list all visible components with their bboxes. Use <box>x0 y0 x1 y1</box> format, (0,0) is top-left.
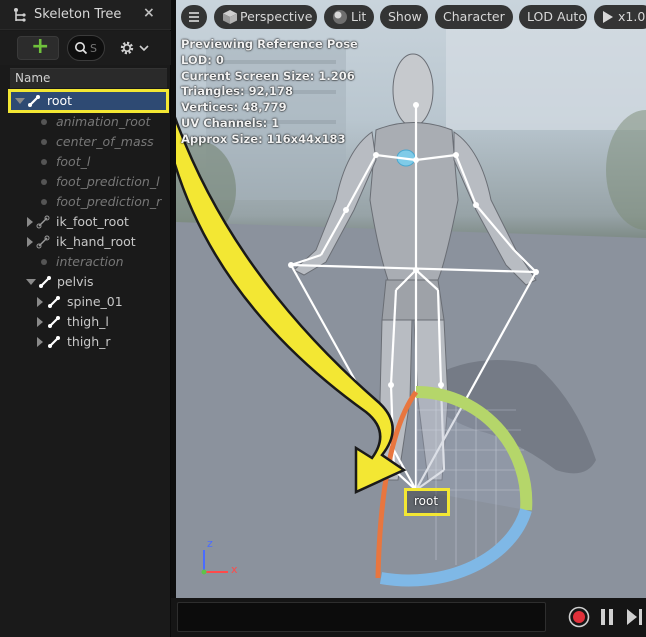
plus-icon: + <box>31 34 50 59</box>
tree-row-label: thigh_r <box>67 334 111 349</box>
expand-arrow-icon[interactable] <box>27 237 33 247</box>
axis-z-label: z <box>207 537 213 550</box>
stats-line: UV Channels: 1 <box>181 115 280 130</box>
step-forward-icon[interactable] <box>624 606 646 628</box>
tree-toolbar: + <box>0 31 171 65</box>
tree-row-label: foot_prediction_r <box>56 194 162 209</box>
stats-line: Vertices: 48,779 <box>181 100 287 115</box>
tree-row-center-of-mass[interactable]: center_of_mass <box>10 132 167 152</box>
skeleton-tree-icon <box>14 8 26 22</box>
root-bone-label-text: root <box>414 494 439 508</box>
tree-row-label: ik_foot_root <box>56 214 129 229</box>
axis-x-label: x <box>231 563 238 576</box>
viewport-toolbar: Perspective Lit Show Character LOD Auto … <box>176 5 646 29</box>
tree-row-ik-hand-root[interactable]: ik_hand_root <box>10 232 167 252</box>
bone-icon <box>39 276 51 288</box>
tree-row-label: ik_hand_root <box>56 234 136 249</box>
cube-icon <box>223 10 237 24</box>
tree-row-label: spine_01 <box>67 294 123 309</box>
skeleton-tree-panel: Skeleton Tree × + Name roo <box>0 0 171 637</box>
stats-line: Approx Size: 116x44x183 <box>181 131 346 146</box>
bone-icon <box>48 296 60 308</box>
settings-button[interactable] <box>114 36 156 60</box>
root-bone-label[interactable]: root <box>404 488 450 516</box>
socket-dot-icon <box>41 259 47 265</box>
column-header-name[interactable]: Name <box>10 68 167 88</box>
expand-arrow-icon[interactable] <box>15 98 25 104</box>
bone-icon <box>48 316 60 328</box>
bone-outline-icon <box>36 215 50 229</box>
play-icon <box>603 11 613 23</box>
stats-line: Triangles: 92,178 <box>181 84 293 99</box>
tree-row-label: pelvis <box>57 274 94 289</box>
tree-row-thigh-r[interactable]: thigh_r <box>10 332 167 352</box>
expand-arrow-icon[interactable] <box>26 279 36 285</box>
character-label: Character <box>443 9 505 24</box>
tree-row-label: thigh_l <box>67 314 109 329</box>
character-button[interactable]: Character <box>435 5 513 29</box>
tree-row-ik-foot-root[interactable]: ik_foot_root <box>10 212 167 232</box>
expand-arrow-icon[interactable] <box>37 337 43 347</box>
show-button[interactable]: Show <box>380 5 428 29</box>
tree-row-label: foot_l <box>56 154 91 169</box>
lod-button[interactable]: LOD Auto <box>519 5 587 29</box>
stats-line: LOD: 0 <box>181 52 224 67</box>
lit-label: Lit <box>351 9 367 24</box>
show-label: Show <box>388 9 422 24</box>
tree-row-label: root <box>47 93 73 108</box>
tree-row-pelvis[interactable]: pelvis <box>10 272 167 292</box>
tree-row-foot-prediction-l[interactable]: foot_prediction_l <box>10 172 167 192</box>
preview-viewport[interactable]: z x Perspective Lit Show Character LOD A… <box>176 0 646 598</box>
search-icon <box>75 42 88 55</box>
tree-row-thigh-l[interactable]: thigh_l <box>10 312 167 332</box>
socket-dot-icon <box>41 139 47 145</box>
tree-row-foot-l[interactable]: foot_l <box>10 152 167 172</box>
tree-row-foot-prediction-r[interactable]: foot_prediction_r <box>10 192 167 212</box>
panel-title: Skeleton Tree <box>34 7 122 22</box>
pause-icon[interactable] <box>599 606 615 628</box>
tree-row-root[interactable]: root <box>8 89 169 113</box>
tree-row-spine-01[interactable]: spine_01 <box>10 292 167 312</box>
tree-row-interaction[interactable]: interaction <box>10 252 167 272</box>
tree-row-label: interaction <box>56 254 124 269</box>
socket-dot-icon <box>41 199 47 205</box>
tree-row-label: center_of_mass <box>56 134 154 149</box>
socket-dot-icon <box>41 179 47 185</box>
search-box[interactable] <box>67 35 105 61</box>
bone-icon <box>28 95 40 107</box>
search-input[interactable] <box>90 40 104 56</box>
gear-icon <box>120 41 149 55</box>
tree-row-label: foot_prediction_l <box>56 174 160 189</box>
lit-button[interactable]: Lit <box>324 5 374 29</box>
tree-row-label: animation_root <box>56 114 151 129</box>
socket-dot-icon <box>41 119 47 125</box>
play-speed-label: x1.0 <box>618 9 646 24</box>
tree-row-animation-root[interactable]: animation_root <box>10 112 167 132</box>
bone-icon <box>48 336 60 348</box>
add-bone-button[interactable]: + <box>17 34 59 60</box>
bottom-bar <box>171 598 646 637</box>
socket-dot-icon <box>41 159 47 165</box>
lod-label: LOD Auto <box>527 9 586 24</box>
hamburger-icon <box>189 12 199 22</box>
expand-arrow-icon[interactable] <box>37 297 43 307</box>
column-header-label: Name <box>15 71 51 85</box>
play-speed-button[interactable]: x1.0 <box>594 5 646 29</box>
skeleton-tree-tab[interactable]: Skeleton Tree × <box>0 0 171 30</box>
perspective-button[interactable]: Perspective <box>214 5 317 29</box>
stats-line: Current Screen Size: 1.206 <box>181 68 355 83</box>
viewport-menu-button[interactable] <box>181 5 207 29</box>
stats-line: Previewing Reference Pose <box>181 37 358 51</box>
lit-sphere-icon <box>333 10 347 24</box>
expand-arrow-icon[interactable] <box>27 217 33 227</box>
perspective-label: Perspective <box>240 9 313 24</box>
command-input[interactable] <box>177 602 546 632</box>
expand-arrow-icon[interactable] <box>37 317 43 327</box>
close-icon[interactable]: × <box>143 5 155 21</box>
record-icon[interactable] <box>568 606 590 628</box>
bone-outline-icon <box>36 235 50 249</box>
viewport-stats: Previewing Reference Pose LOD: 0 Current… <box>181 37 358 148</box>
